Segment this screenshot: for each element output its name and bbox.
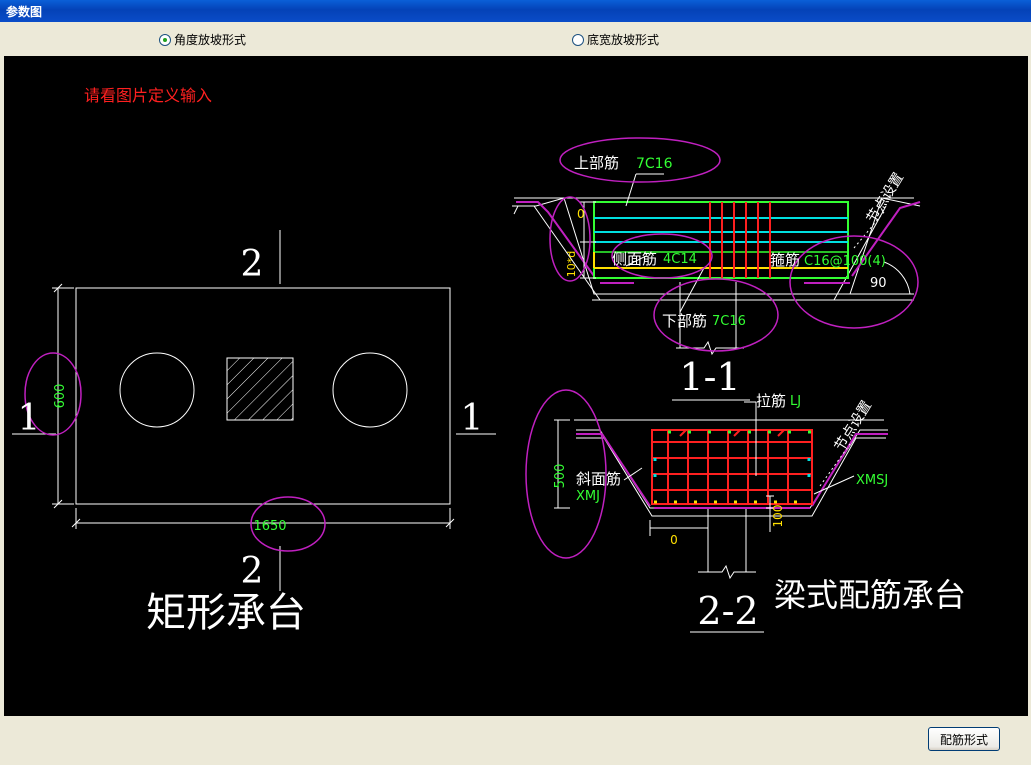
side-rebar-value: 4C14 — [663, 252, 697, 267]
window-title: 参数图 — [6, 5, 43, 19]
section-2-2-title: 2-2 — [697, 589, 758, 633]
bottom-rebar-label: 下部筋 — [662, 312, 707, 330]
parameter-dialog: 参数图 角度放坡形式 底宽放坡形式 请看图片定义输入 600 1650 2 2 … — [0, 0, 1031, 765]
dim-500: 500 — [553, 464, 568, 489]
dim-height-text: 600 — [53, 384, 68, 409]
tie-label: 拉筋 — [756, 392, 786, 410]
title-bar: 参数图 — [0, 0, 1031, 22]
section-1-1-title: 1-1 — [679, 355, 740, 399]
cad-drawing: 请看图片定义输入 600 1650 2 2 1 1 矩形承台 上部筋 7C16 … — [12, 86, 966, 636]
rebar-form-button[interactable]: 配筋形式 — [928, 727, 1000, 751]
top-rebar-value: 7C16 — [636, 156, 673, 172]
radio-angle-label: 角度放坡形式 — [174, 33, 247, 47]
drawing-canvas: 请看图片定义输入 600 1650 2 2 1 1 矩形承台 上部筋 7C16 … — [4, 56, 1028, 716]
slope-rebar-label: 斜面筋 — [576, 470, 621, 488]
stirrup-value: C16@100(4) — [804, 254, 886, 269]
bottom-rebar-value: 7C16 — [712, 314, 746, 329]
right-slope-value: XMSJ — [856, 473, 888, 488]
pile-left — [119, 352, 195, 428]
stirrup-label: 箍筋 — [770, 251, 800, 269]
column-hatched — [226, 357, 294, 421]
tie-value: LJ — [790, 394, 801, 409]
pile-right — [332, 352, 408, 428]
dim-100: 100 — [771, 505, 785, 528]
radio-width-label: 底宽放坡形式 — [587, 33, 660, 47]
section-label-bottom: 2 — [241, 551, 264, 592]
radio-angle-slope[interactable]: 角度放坡形式 — [159, 31, 246, 48]
top-rebar-label: 上部筋 — [574, 154, 619, 172]
slope-rebar-value: XMJ — [576, 489, 600, 504]
radio-unselected-icon[interactable] — [572, 33, 584, 46]
angle-value: 90 — [870, 276, 887, 291]
section-label-left: 1 — [18, 398, 41, 439]
beam-cap-caption: 梁式配筋承台 — [774, 576, 966, 614]
slope-option-row: 角度放坡形式 底宽放坡形式 — [0, 22, 1031, 56]
rect-cap-caption: 矩形承台 — [146, 590, 306, 636]
dim-zero-2: 0 — [670, 533, 678, 547]
hint-text: 请看图片定义输入 — [84, 86, 212, 105]
dim-length-text: 1650 — [253, 519, 286, 534]
radio-selected-icon[interactable] — [159, 33, 171, 46]
node-setting-2: 节点设置 — [832, 398, 875, 454]
section-label-top: 2 — [241, 244, 264, 285]
dim-zero-1: 0 — [577, 207, 585, 221]
radio-width-slope[interactable]: 底宽放坡形式 — [572, 31, 659, 48]
side-rebar-label: 侧面筋 — [612, 250, 657, 268]
section-label-right: 1 — [461, 398, 484, 439]
dim-10d: 10*d — [565, 251, 578, 277]
rebar-form-button-label: 配筋形式 — [939, 732, 988, 747]
